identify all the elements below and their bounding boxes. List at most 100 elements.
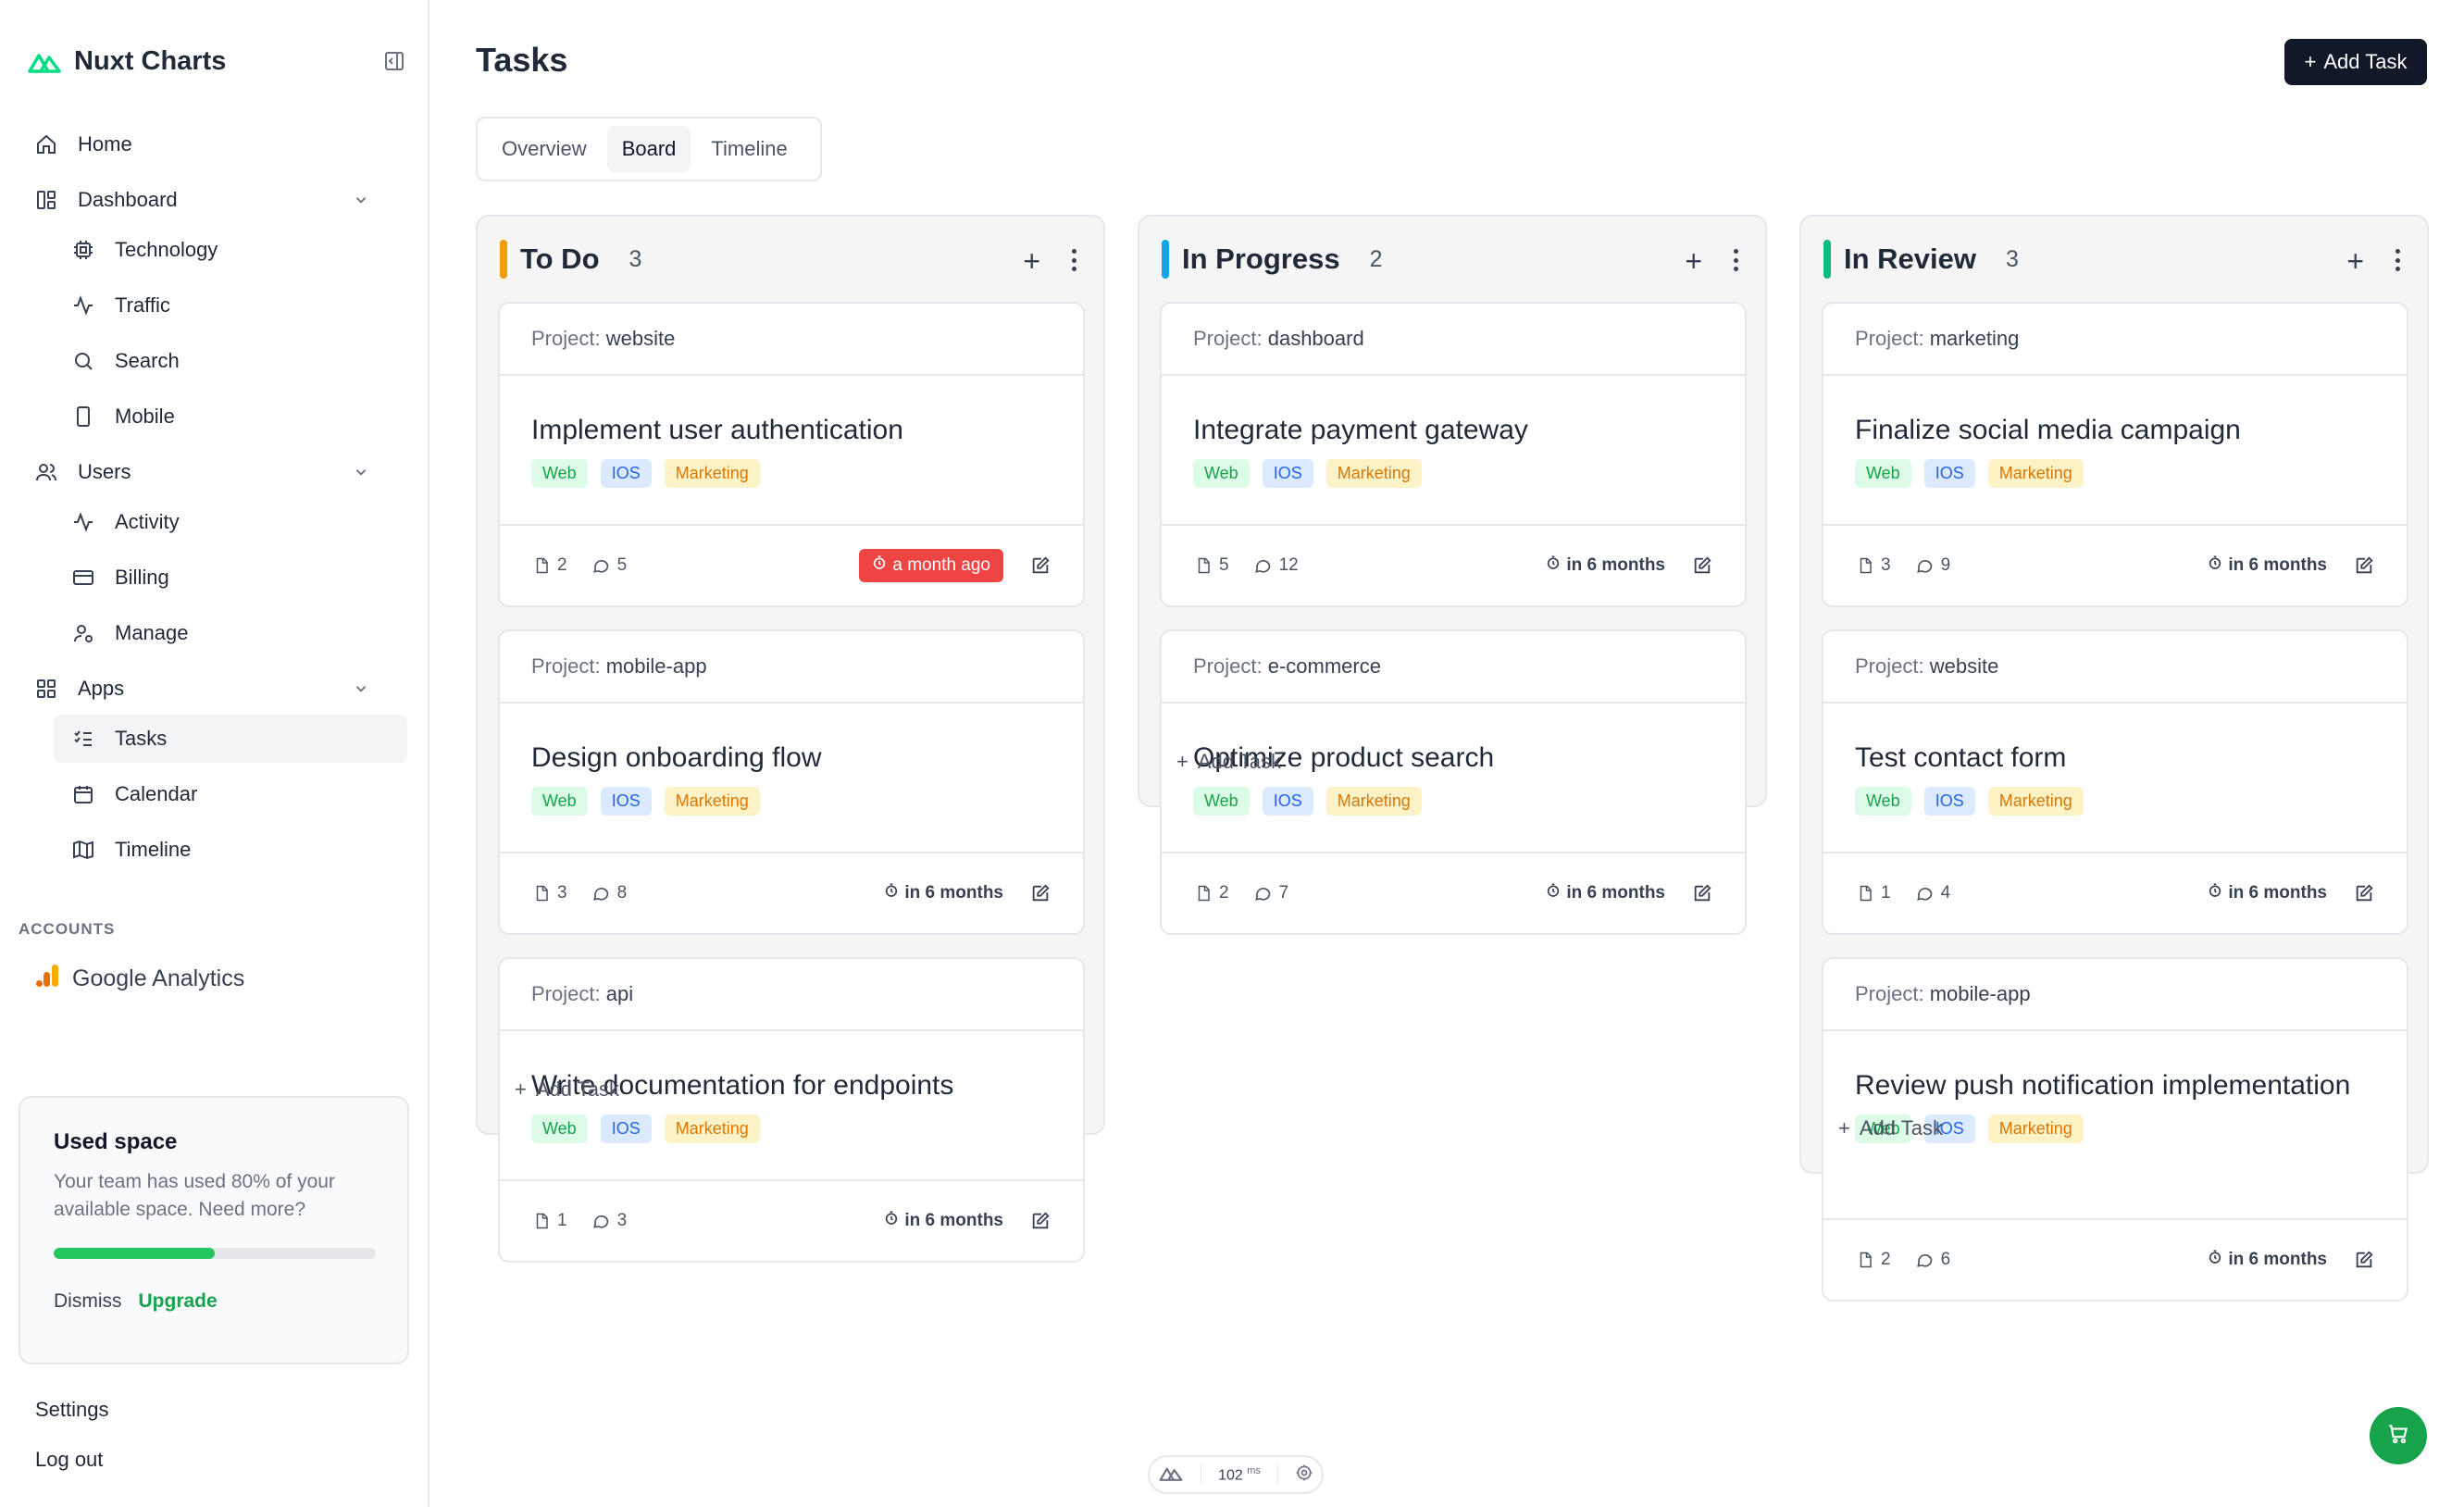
project-name: website bbox=[1929, 654, 1999, 678]
timer-icon bbox=[2208, 554, 2222, 577]
nuxt-logo-icon bbox=[28, 48, 61, 74]
column-color-bar bbox=[1823, 240, 1831, 279]
tab-board[interactable]: Board bbox=[606, 126, 691, 172]
tab-timeline[interactable]: Timeline bbox=[696, 126, 802, 172]
sidebar-item-mobile[interactable]: Mobile bbox=[67, 392, 405, 441]
edit-icon[interactable] bbox=[2353, 554, 2375, 577]
sidebar-collapse-icon[interactable] bbox=[380, 46, 409, 76]
project-prefix: Project: bbox=[1193, 654, 1263, 678]
project-prefix: Project: bbox=[1855, 654, 1924, 678]
settings-link[interactable]: Settings bbox=[35, 1398, 109, 1422]
target-icon[interactable] bbox=[1295, 1463, 1313, 1487]
sidebar-item-timeline[interactable]: Timeline bbox=[67, 826, 405, 874]
chevron-down-icon[interactable] bbox=[348, 459, 374, 485]
due-text: in 6 months bbox=[2228, 883, 2327, 903]
tag-ios: IOS bbox=[600, 459, 652, 488]
sidebar-item-apps[interactable]: Apps bbox=[33, 665, 404, 713]
card-project: Project: mobile-app bbox=[1823, 959, 2407, 1031]
due-badge: in 6 months bbox=[1546, 882, 1665, 904]
sidebar-item-label: Home bbox=[78, 132, 132, 156]
timer-icon bbox=[2208, 882, 2222, 904]
used-space-card: Used space Your team has used 80% of you… bbox=[19, 1096, 409, 1364]
column-title: In Progress bbox=[1182, 243, 1340, 275]
card-project: Project: e-commerce bbox=[1162, 631, 1745, 704]
comment-count: 4 bbox=[1940, 883, 1951, 903]
column-add-task-button[interactable]: + Add Task bbox=[1176, 750, 1281, 774]
sidebar-item-tasks[interactable]: Tasks bbox=[54, 715, 407, 763]
tag-ios: IOS bbox=[1262, 459, 1313, 488]
more-vertical-icon[interactable] bbox=[1726, 246, 1745, 274]
more-vertical-icon[interactable] bbox=[2388, 246, 2407, 274]
column-add-task-button[interactable]: + Add Task bbox=[515, 1077, 619, 1102]
card-project: Project: api bbox=[500, 959, 1083, 1031]
attachment-count: 3 bbox=[557, 883, 567, 903]
task-card[interactable]: Project: website Test contact form Web IOS M… bbox=[1822, 629, 2408, 935]
edit-icon[interactable] bbox=[2353, 882, 2375, 904]
task-card[interactable]: Project: marketing Finalize social media … bbox=[1822, 302, 2408, 607]
project-name: dashboard bbox=[1267, 327, 1364, 350]
user-cog-icon bbox=[70, 620, 96, 646]
timer-icon bbox=[1546, 554, 1561, 577]
used-space-description: Your team has used 80% of your available… bbox=[54, 1171, 335, 1220]
sidebar-item-traffic[interactable]: Traffic bbox=[67, 281, 405, 330]
cart-button[interactable] bbox=[2370, 1407, 2427, 1464]
app-name: Nuxt Charts bbox=[74, 45, 227, 76]
chevron-down-icon[interactable] bbox=[348, 187, 374, 213]
more-vertical-icon[interactable] bbox=[1064, 246, 1083, 274]
comments: 9 bbox=[1915, 555, 1950, 576]
card-project: Project: marketing bbox=[1823, 304, 2407, 376]
attachment-count: 5 bbox=[1219, 555, 1229, 575]
tag-marketing: Marketing bbox=[664, 787, 760, 816]
edit-icon[interactable] bbox=[1691, 882, 1713, 904]
tag-ios: IOS bbox=[1262, 787, 1313, 816]
edit-icon[interactable] bbox=[1691, 554, 1713, 577]
tag-web: Web bbox=[531, 1115, 588, 1143]
add-task-label: Add Task bbox=[2323, 50, 2408, 73]
sidebar-item-search[interactable]: Search bbox=[67, 337, 405, 385]
add-task-button[interactable]: + Add Task bbox=[2284, 39, 2427, 85]
card-footer: 2 5 a month ago bbox=[500, 524, 1083, 605]
account-google-analytics[interactable]: Google Analytics bbox=[35, 963, 244, 995]
column-header: In Review 3 + bbox=[1823, 239, 2407, 280]
task-card[interactable]: Project: mobile-app Design onboarding flo… bbox=[498, 629, 1085, 935]
sidebar-item-dashboard[interactable]: Dashboard bbox=[33, 176, 404, 224]
task-card[interactable]: Project: website Implement user authentic… bbox=[498, 302, 1085, 607]
comments: 6 bbox=[1915, 1250, 1950, 1270]
edit-icon[interactable] bbox=[1029, 1210, 1052, 1232]
edit-icon[interactable] bbox=[2353, 1249, 2375, 1271]
file-icon bbox=[1857, 1251, 1873, 1269]
sidebar-item-activity[interactable]: Activity bbox=[67, 498, 405, 546]
plus-icon[interactable]: + bbox=[1023, 244, 1040, 279]
comments: 8 bbox=[591, 883, 627, 903]
nuxt-devtools-bar[interactable]: 102 ms bbox=[1148, 1455, 1324, 1494]
plus-icon[interactable]: + bbox=[2346, 244, 2364, 279]
edit-icon[interactable] bbox=[1029, 554, 1052, 577]
logout-link[interactable]: Log out bbox=[35, 1448, 103, 1472]
tag-marketing: Marketing bbox=[1325, 459, 1422, 488]
task-card[interactable]: Project: api Write documentation for endp… bbox=[498, 957, 1085, 1263]
column-add-task-button[interactable]: + Add Task bbox=[1838, 1116, 1943, 1140]
chevron-down-icon[interactable] bbox=[348, 676, 374, 702]
sidebar-item-home[interactable]: Home bbox=[33, 120, 404, 168]
sidebar-item-calendar[interactable]: Calendar bbox=[67, 770, 405, 818]
project-name: mobile-app bbox=[605, 654, 707, 678]
edit-icon[interactable] bbox=[1029, 882, 1052, 904]
sidebar-item-users[interactable]: Users bbox=[33, 448, 404, 496]
timer-icon bbox=[884, 882, 899, 904]
sidebar-item-technology[interactable]: Technology bbox=[67, 226, 405, 274]
dismiss-link[interactable]: Dismiss bbox=[54, 1290, 122, 1313]
sidebar-item-label: Manage bbox=[115, 621, 189, 644]
tab-overview[interactable]: Overview bbox=[487, 126, 602, 172]
card-project: Project: dashboard bbox=[1162, 304, 1745, 376]
sidebar-item-billing[interactable]: Billing bbox=[67, 554, 405, 602]
sidebar-item-label: Activity bbox=[115, 510, 180, 533]
task-card[interactable]: Project: e-commerce Optimize product sear… bbox=[1160, 629, 1747, 935]
sidebar-item-manage[interactable]: Manage bbox=[67, 609, 405, 657]
card-footer: 2 6 in 6 months bbox=[1823, 1218, 2407, 1300]
upgrade-link[interactable]: Upgrade bbox=[139, 1290, 218, 1313]
plus-icon[interactable]: + bbox=[1685, 244, 1702, 279]
brand[interactable]: Nuxt Charts bbox=[28, 41, 226, 81]
file-icon bbox=[1195, 556, 1212, 575]
task-card[interactable]: Project: dashboard Integrate payment gate… bbox=[1160, 302, 1747, 607]
project-name: marketing bbox=[1929, 327, 2020, 350]
